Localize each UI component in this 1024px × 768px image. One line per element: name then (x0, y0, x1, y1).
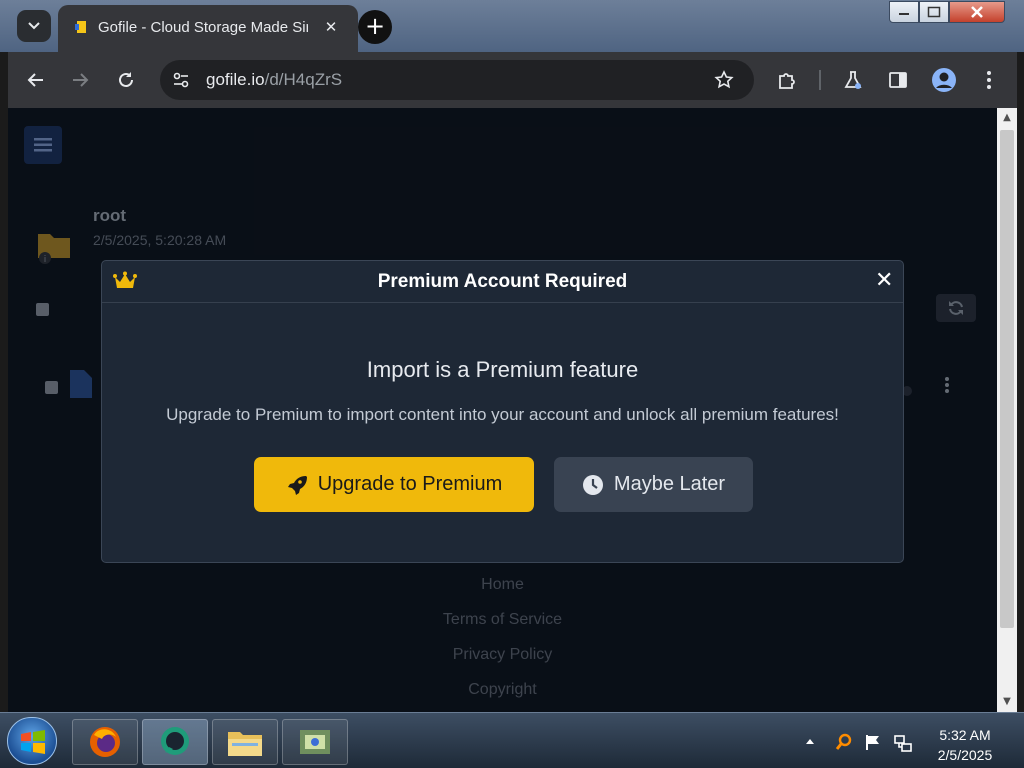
scrollbar-thumb[interactable] (1000, 130, 1014, 628)
firefox-icon (90, 727, 120, 757)
maximize-icon (927, 6, 941, 18)
start-button[interactable] (7, 717, 57, 765)
flask-icon (844, 71, 862, 89)
reload-button[interactable] (112, 66, 140, 94)
address-bar[interactable]: gofile.io/d/H4qZrS (160, 60, 754, 100)
arrow-right-icon (73, 73, 89, 87)
window-controls (889, 1, 1005, 25)
chevron-down-icon (28, 22, 40, 30)
network-icon[interactable] (893, 733, 913, 753)
dialog-description: Upgrade to Premium to import content int… (166, 405, 839, 424)
browser-tab[interactable]: Gofile - Cloud Storage Made Simple ✕ (58, 5, 358, 52)
taskbar-firefox[interactable] (72, 719, 138, 765)
search-tray-icon[interactable] (835, 733, 853, 751)
taskbar-chromium-app[interactable] (142, 719, 208, 765)
chat-bubble-icon (161, 727, 189, 755)
puzzle-icon (779, 73, 795, 89)
minimize-icon (899, 13, 909, 15)
taskbar-app[interactable] (282, 719, 348, 765)
clock-icon (582, 474, 603, 495)
tab-search-button[interactable] (17, 10, 51, 42)
new-tab-button[interactable]: + (358, 10, 392, 44)
clock-date: 2/5/2025 (937, 747, 993, 763)
scroll-up-icon[interactable]: ▲ (997, 108, 1017, 128)
windows-logo-icon (21, 730, 45, 754)
url-host: gofile.io (206, 70, 265, 89)
url-path: /d/H4qZrS (264, 70, 343, 89)
back-button[interactable] (22, 66, 50, 94)
maximize-button[interactable] (919, 1, 949, 23)
browser-menu-button[interactable] (975, 66, 1003, 94)
bookmark-star-icon[interactable] (714, 70, 734, 90)
premium-required-dialog: Premium Account Required ✕ Import is a P… (101, 260, 904, 563)
dialog-close-icon[interactable]: ✕ (875, 268, 893, 293)
close-icon (971, 6, 983, 18)
labs-button[interactable] (839, 66, 867, 94)
more-vert-icon (987, 71, 991, 89)
show-hidden-icons-icon[interactable] (805, 737, 815, 745)
windows-taskbar: 5:32 AM 2/5/2025 (0, 712, 1024, 768)
folder-icon (228, 732, 262, 756)
toolbar-divider (819, 70, 821, 90)
url-text[interactable]: gofile.io/d/H4qZrS (206, 70, 342, 90)
window-close-button[interactable] (949, 1, 1005, 23)
profile-button[interactable] (930, 66, 958, 94)
tab-close-icon[interactable]: ✕ (320, 16, 342, 38)
side-panel-icon (889, 72, 907, 88)
avatar-icon (932, 68, 956, 92)
reload-icon (119, 72, 133, 87)
network-app-icon (300, 730, 330, 754)
tab-title: Gofile - Cloud Storage Made Simple (98, 19, 308, 36)
maybe-later-label: Maybe Later (613, 473, 726, 495)
dialog-title: Premium Account Required (377, 271, 628, 292)
maybe-later-button[interactable]: Maybe Later (554, 457, 753, 512)
action-center-flag-icon[interactable] (864, 733, 882, 751)
page-viewport: i root 2/5/2025, 5:20:28 AM Home Terms o… (8, 108, 997, 712)
scroll-down-icon[interactable]: ▼ (997, 692, 1017, 712)
clock-time: 5:32 AM (939, 727, 991, 743)
arrow-left-icon (27, 73, 43, 87)
upgrade-button-label: Upgrade to Premium (317, 473, 503, 495)
minimize-button[interactable] (889, 1, 919, 23)
taskbar-file-explorer[interactable] (212, 719, 278, 765)
window-titlebar: Gofile - Cloud Storage Made Simple ✕ + (0, 0, 1024, 52)
extensions-button[interactable] (773, 66, 801, 94)
taskbar-clock[interactable]: 5:32 AM 2/5/2025 (920, 725, 1010, 765)
dialog-header: Premium Account Required ✕ (102, 261, 903, 303)
upgrade-to-premium-button[interactable]: Upgrade to Premium (254, 457, 534, 512)
dialog-heading: Import is a Premium feature (366, 357, 639, 382)
browser-toolbar: gofile.io/d/H4qZrS (8, 52, 1017, 108)
gofile-favicon-icon (75, 21, 86, 33)
side-panel-button[interactable] (884, 66, 912, 94)
page-scrollbar[interactable]: ▲ ▼ (997, 108, 1017, 712)
forward-button[interactable] (66, 66, 94, 94)
site-settings-icon[interactable] (172, 71, 190, 89)
rocket-icon (287, 475, 307, 495)
